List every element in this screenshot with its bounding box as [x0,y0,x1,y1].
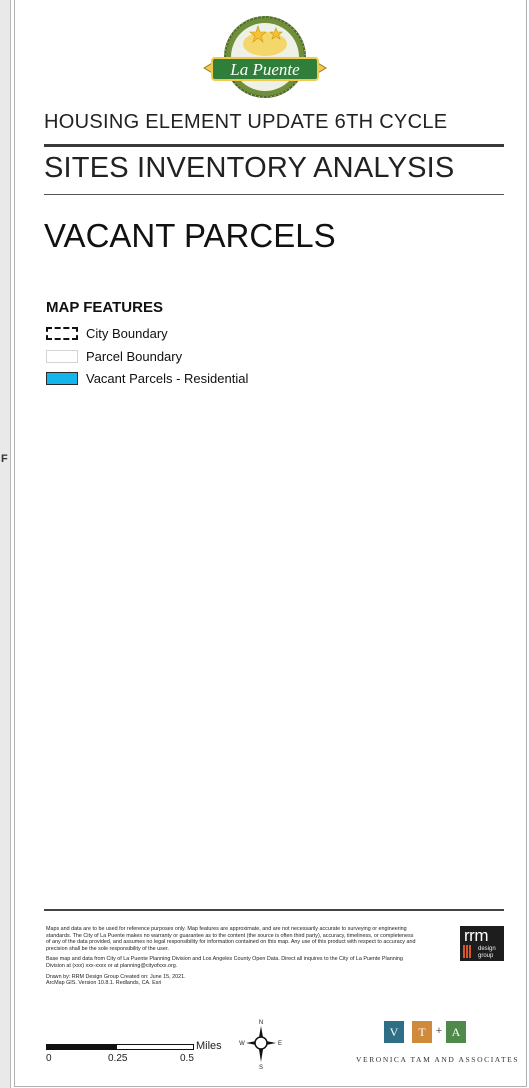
left-edge-strip [0,0,11,1088]
legend-item-label: Vacant Parcels - Residential [86,371,249,386]
scale-bar [46,1044,196,1050]
title-divider [44,194,504,195]
map-name: VACANT PARCELS [44,217,336,254]
legend-item-label: Parcel Boundary [86,349,183,364]
vta-logo: V T + A [384,1021,484,1047]
vacant-parcels-swatch [46,372,78,385]
left-edge-mark: F [1,453,8,465]
legend-item-vacant-parcels: Vacant Parcels - Residential [46,371,346,389]
parcel-boundary-swatch [46,350,78,363]
scale-label-0-5: 0.5 [180,1053,194,1064]
vta-letter-t: T [412,1021,432,1043]
legend-title: MAP FEATURES [46,299,163,316]
svg-text:N: N [259,1020,263,1026]
svg-text:S: S [259,1065,263,1070]
rrm-logo-bars [463,945,472,958]
rrm-logo-line2: group [478,953,494,959]
legend-item-label: City Boundary [86,326,168,341]
report-title: SITES INVENTORY ANALYSIS [44,152,455,184]
vta-company-name: VERONICA TAM AND ASSOCIATES [356,1055,520,1064]
disclaimer-paragraph: Maps and data are to be used for referen… [46,926,416,952]
vta-letter-v: V [384,1021,404,1043]
legend-item-city-boundary: City Boundary [46,326,346,344]
scale-unit-label: Miles [196,1040,222,1052]
footer-divider [44,909,504,911]
vta-plus: + [435,1025,443,1037]
scale-label-0-25: 0.25 [108,1053,128,1064]
header-divider [44,144,504,147]
svg-text:W: W [239,1041,245,1047]
report-subtitle: HOUSING ELEMENT UPDATE 6TH CYCLE [44,111,448,133]
disclaimer-text: Maps and data are to be used for referen… [46,926,416,987]
vta-letter-a: A [446,1021,466,1043]
data-source-paragraph: Base map and data from City of La Puente… [46,956,403,969]
legend-item-parcel-boundary: Parcel Boundary [46,349,346,367]
north-arrow-icon: N S W E [239,1020,282,1070]
rrm-logo-text: rrm [464,926,488,945]
rrm-logo-line1: design [478,946,496,952]
scale-segment-open [116,1044,194,1050]
rrm-design-group-logo: rrm design group [460,926,504,961]
scale-segment-filled [46,1044,116,1050]
software-line: ArcMap GIS. Version 10.8.1. Redlands, CA… [46,980,162,987]
city-boundary-swatch [46,327,78,340]
la-puente-logo: La Puente [203,16,327,98]
svg-text:E: E [278,1041,282,1047]
svg-text:La Puente: La Puente [229,60,300,79]
drawn-by-line: Drawn by: RRM Design Group Created on: J… [46,973,186,980]
scale-label-0: 0 [46,1053,52,1064]
